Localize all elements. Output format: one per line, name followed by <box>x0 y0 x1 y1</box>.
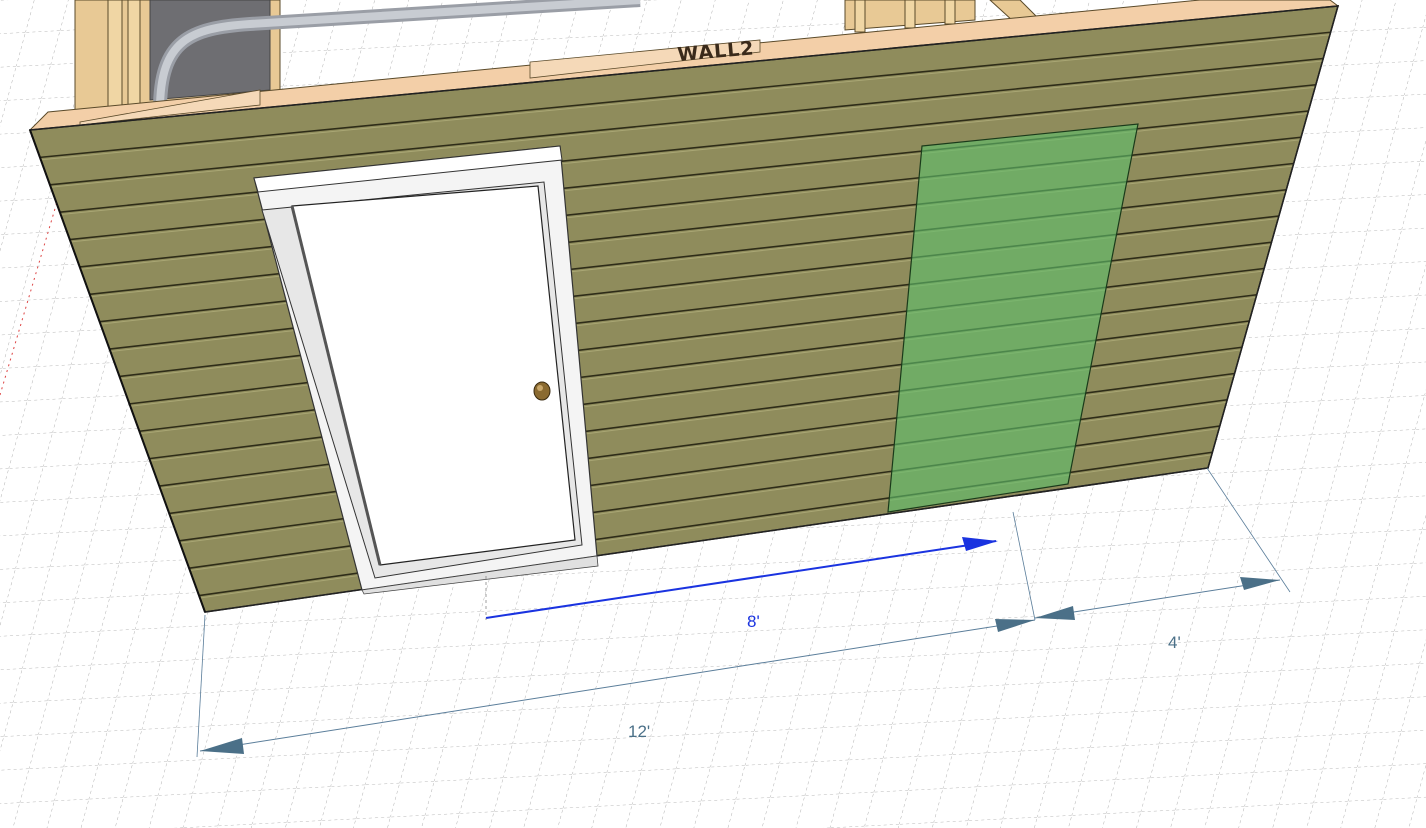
dimension-total-label: 12' <box>628 722 650 741</box>
dimension-active-label: 8' <box>747 612 760 631</box>
3d-modeling-viewport[interactable]: WALL2 12' 4' 8' <box>0 0 1426 828</box>
door-knob-icon[interactable] <box>533 381 551 401</box>
dimension-remaining-label: 4' <box>1168 633 1181 652</box>
